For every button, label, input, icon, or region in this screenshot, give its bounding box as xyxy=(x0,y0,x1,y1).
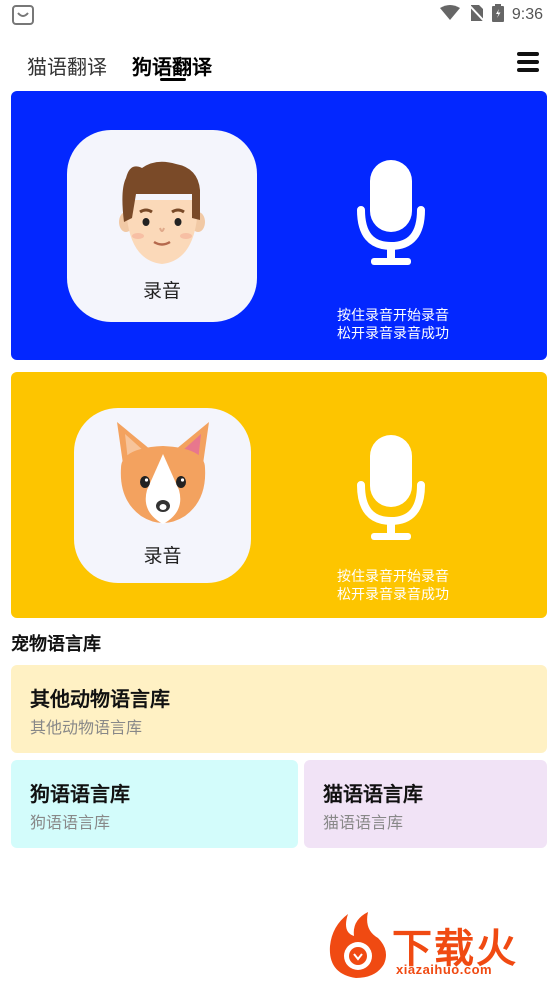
human-record-button[interactable]: 录音 xyxy=(67,130,257,322)
library-card-cat[interactable]: 猫语语言库 猫语语言库 xyxy=(304,760,547,848)
human-record-label: 录音 xyxy=(142,280,181,302)
status-bar: 9:36 xyxy=(0,0,553,30)
human-translate-panel: 录音 按住录音开始录音 松开录音录音成功 xyxy=(11,91,547,360)
hint-line-1: 按住录音开始录音 xyxy=(337,569,449,585)
library-card-title: 猫语语言库 xyxy=(323,782,423,806)
menu-icon[interactable] xyxy=(517,52,539,72)
library-card-subtitle: 其他动物语言库 xyxy=(30,718,143,737)
wifi-icon xyxy=(439,5,460,25)
dog-record-hint: 按住录音开始录音 松开录音录音成功 xyxy=(313,568,473,604)
no-sim-icon xyxy=(468,4,485,26)
app-notification-icon xyxy=(12,5,34,29)
section-title-pet-library: 宠物语言库 xyxy=(11,634,101,655)
hint-line-2: 松开录音录音成功 xyxy=(337,326,449,342)
status-time: 9:36 xyxy=(511,6,543,23)
microphone-icon[interactable] xyxy=(357,435,425,545)
human-record-hint: 按住录音开始录音 松开录音录音成功 xyxy=(313,307,473,343)
dog-record-button[interactable]: 录音 xyxy=(74,408,251,583)
library-card-title: 狗语语言库 xyxy=(30,782,130,806)
library-card-subtitle: 狗语语言库 xyxy=(30,813,111,832)
library-card-other-animals[interactable]: 其他动物语言库 其他动物语言库 xyxy=(11,665,547,753)
hint-line-2: 松开录音录音成功 xyxy=(337,587,449,603)
hint-line-1: 按住录音开始录音 xyxy=(337,308,449,324)
dog-record-label: 录音 xyxy=(143,545,182,567)
flame-logo-icon xyxy=(329,912,386,978)
microphone-icon[interactable] xyxy=(357,160,425,270)
active-tab-indicator xyxy=(160,78,186,81)
library-card-subtitle: 猫语语言库 xyxy=(323,813,404,832)
dog-translate-panel: 录音 按住录音开始录音 松开录音录音成功 xyxy=(11,372,547,618)
top-tab-bar: 猫语翻译 狗语翻译 xyxy=(0,48,553,88)
tab-cat-translate[interactable]: 猫语翻译 xyxy=(27,51,107,80)
battery-icon xyxy=(491,4,504,26)
library-card-title: 其他动物语言库 xyxy=(30,687,170,711)
library-card-dog[interactable]: 狗语语言库 狗语语言库 xyxy=(11,760,298,848)
man-avatar-icon xyxy=(116,160,208,276)
watermark-logo: 下载火 xiazaihuo.com xyxy=(326,910,551,980)
watermark-url: xiazaihuo.com xyxy=(396,962,493,977)
tab-dog-translate[interactable]: 狗语翻译 xyxy=(132,51,212,80)
dog-avatar-icon xyxy=(111,420,215,532)
